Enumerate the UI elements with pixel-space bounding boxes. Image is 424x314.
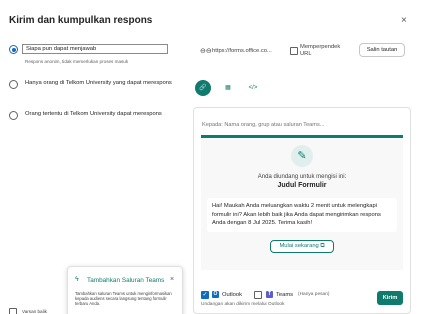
lightning-icon: ϟ [75, 276, 79, 283]
option-specific-people[interactable]: Orang tertentu di Telkom University dapa… [9, 110, 179, 120]
start-now-label: Mulai sekarang [279, 243, 319, 249]
radio-icon[interactable] [9, 111, 18, 120]
recipient-input[interactable] [202, 118, 402, 132]
option-anyone-label: Siapa pun dapat menjawab [22, 44, 168, 54]
form-url[interactable]: https://forms.office.co... [212, 48, 272, 54]
teams-label: Teams [276, 292, 294, 298]
qr-code-tab[interactable]: ▦ [220, 80, 236, 96]
dialog-title: Kirim dan kumpulkan respons [9, 15, 153, 26]
send-note: Undangan akan dikirim melalui Outlook [201, 302, 285, 307]
bottom-left-checkbox[interactable] [9, 308, 17, 314]
form-title: Judul Formulir [277, 182, 327, 189]
teams-icon: T [266, 291, 273, 298]
embed-tab[interactable]: </> [245, 80, 261, 96]
teams-checkbox[interactable] [254, 291, 262, 299]
option-anyone[interactable]: Siapa pun dapat menjawab [9, 44, 168, 54]
send-button[interactable]: Kirim [377, 291, 403, 305]
bottom-left-label: Varsan balik [22, 309, 47, 314]
link-share-tab[interactable]: 🔗 [195, 80, 211, 96]
teams-hint: (Hanya pesan) [298, 292, 330, 297]
teams-tip-popup [67, 266, 183, 314]
forms-icon: ✎ [291, 145, 313, 167]
option-organization[interactable]: Hanya orang di Telkom University yang da… [9, 79, 179, 89]
share-dialog: Kirim dan kumpulkan respons × Siapa pun … [0, 0, 424, 314]
popup-body: Tambahkan saluran Teams untuk menginform… [75, 291, 172, 307]
invite-text: Anda diundang untuk mengisi ini: [257, 174, 347, 180]
option-specific-people-label: Orang tertentu di Telkom University dapa… [25, 111, 162, 117]
close-icon[interactable]: × [401, 15, 407, 26]
copy-link-button[interactable]: Salin tautan [359, 43, 405, 57]
link-icon: 🔗 [199, 85, 207, 91]
outlook-checkbox[interactable]: ✓ [201, 291, 209, 299]
radio-icon[interactable] [9, 80, 18, 89]
radio-selected-icon[interactable] [9, 45, 18, 54]
popup-title: Tambahkan Saluran Teams [87, 277, 165, 284]
shorten-url-checkbox[interactable] [290, 47, 298, 55]
option-organization-label: Hanya orang di Telkom University yang da… [25, 80, 172, 86]
outlook-label: Outlook [222, 292, 242, 298]
option-anyone-hint: Respons anonim, tidak memerlukan proses … [25, 59, 129, 64]
invite-message[interactable]: Hai! Maukah Anda meluangkan waktu 2 meni… [207, 198, 397, 232]
embed-code-icon: </> [248, 85, 258, 91]
popup-close-icon[interactable]: × [170, 276, 174, 283]
outlook-icon: O [212, 291, 219, 298]
open-external-icon: ⧉ [320, 243, 325, 249]
qr-code-icon: ▦ [225, 85, 231, 91]
start-now-button[interactable]: Mulai sekarang ⧉ [270, 240, 334, 253]
link-icon: ⊖⊖ [200, 48, 212, 55]
shorten-url-label: Memperpendek URL [300, 44, 341, 57]
